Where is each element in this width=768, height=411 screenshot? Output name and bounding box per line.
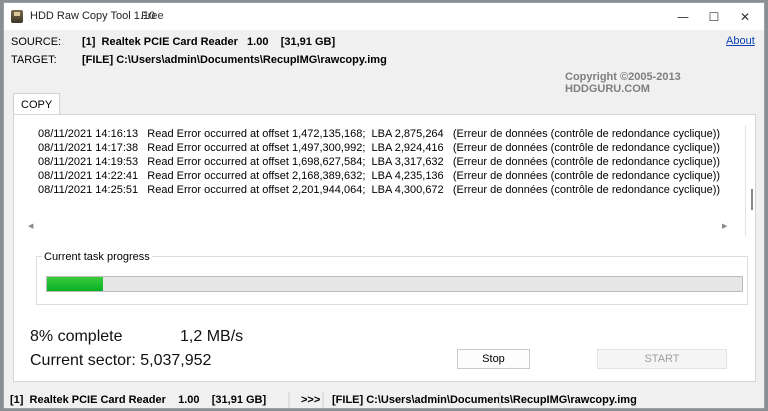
- title-bar: HDD Raw Copy Tool 1.10 Free — ☐ ✕: [4, 3, 764, 30]
- tab-copy[interactable]: COPY: [13, 93, 60, 115]
- status-divider: [322, 392, 324, 408]
- status-target: [FILE] C:\Users\admin\Documents\RecupIMG…: [332, 394, 637, 406]
- status-divider: [499, 392, 501, 408]
- progress-fill: [47, 277, 103, 291]
- error-log[interactable]: 08/11/2021 14:16:13 Read Error occurred …: [25, 125, 753, 236]
- stop-button[interactable]: Stop: [457, 349, 530, 369]
- log-line: 08/11/2021 14:17:38 Read Error occurred …: [38, 142, 721, 154]
- log-line: 08/11/2021 14:22:41 Read Error occurred …: [38, 170, 721, 182]
- scroll-thumb[interactable]: [751, 189, 753, 210]
- status-source: [1] Realtek PCIE Card Reader 1.00 [31,91…: [10, 394, 267, 406]
- window-title: HDD Raw Copy Tool 1.10: [30, 10, 156, 22]
- status-divider: [288, 392, 290, 408]
- task-progress-bar: [46, 276, 743, 292]
- copy-tab-panel: 08/11/2021 14:16:13 Read Error occurred …: [13, 114, 756, 382]
- close-icon[interactable]: ✕: [730, 3, 760, 30]
- log-line: 08/11/2021 14:25:51 Read Error occurred …: [38, 184, 721, 196]
- scroll-left-icon[interactable]: ◀: [28, 222, 33, 230]
- progress-group-title: Current task progress: [42, 251, 152, 263]
- source-label: SOURCE:: [11, 36, 62, 48]
- log-line: 08/11/2021 14:16:13 Read Error occurred …: [38, 128, 721, 140]
- status-bar: [1] Realtek PCIE Card Reader 1.00 [31,91…: [4, 392, 764, 408]
- copyright-text: Copyright ©2005-2013 HDDGURU.COM: [565, 71, 681, 95]
- target-path: [FILE] C:\Users\admin\Documents\RecupIMG…: [82, 54, 387, 66]
- start-button[interactable]: START: [597, 349, 727, 369]
- log-horizontal-scrollbar[interactable]: ◀ ▶: [25, 222, 746, 236]
- progress-group: Current task progress: [36, 251, 748, 305]
- log-vertical-scrollbar[interactable]: [747, 125, 757, 222]
- maximize-icon[interactable]: ☐: [699, 3, 729, 30]
- current-sector: Current sector: 5,037,952: [30, 352, 212, 369]
- transfer-speed: 1,2 MB/s: [180, 328, 244, 345]
- log-line: 08/11/2021 14:19:53 Read Error occurred …: [38, 156, 721, 168]
- app-window: HDD Raw Copy Tool 1.10 Free — ☐ ✕ SOURCE…: [3, 2, 765, 409]
- app-disk-icon: [11, 10, 23, 23]
- status-arrows: >>>: [301, 394, 321, 406]
- source-device: [1] Realtek PCIE Card Reader 1.00 [31,91…: [82, 36, 336, 48]
- target-label: TARGET:: [11, 54, 57, 66]
- scroll-right-icon[interactable]: ▶: [722, 222, 727, 230]
- edition-label: Free: [141, 10, 164, 22]
- about-link[interactable]: About: [726, 35, 755, 47]
- minimize-icon[interactable]: —: [668, 3, 698, 30]
- percent-complete: 8% complete: [30, 328, 123, 345]
